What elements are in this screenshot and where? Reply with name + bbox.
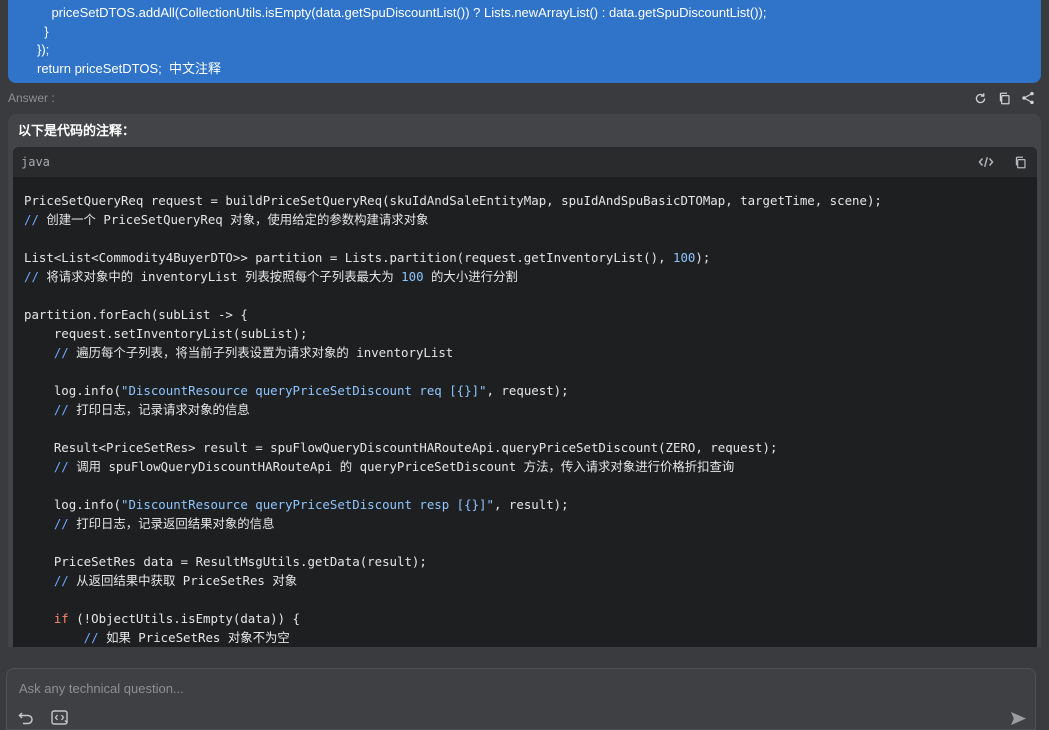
code-token: 将请求对象中的 inventoryList 列表按照每个子列表最大为 [46,269,402,284]
code-token: Result<PriceSetRes> result = spuFlowQuer… [24,440,778,455]
code-token: 打印日志，记录请求对象的信息 [76,402,250,417]
code-line: // 打印日志，记录返回结果对象的信息 [24,514,1037,533]
answer-header: Answer : [0,88,1049,110]
code-language: java [21,155,50,169]
question-line: } [37,23,49,39]
answer-card: 以下是代码的注释： java PriceSetQueryReq request … [8,114,1041,647]
code-line: if (!ObjectUtils.isEmpty(data)) { [24,609,1037,628]
code-actions [977,153,1029,171]
code-line: List<List<Commodity4BuyerDTO>> partition… [24,248,1037,267]
code-token: "DiscountResource queryPriceSetDiscount … [120,383,487,398]
share-icon[interactable] [1019,89,1037,107]
code-token: 如果 PriceSetRes 对象不为空 [106,630,290,645]
question-bubble: priceSetDTOS.addAll(CollectionUtils.isEm… [8,0,1041,83]
send-icon[interactable] [1009,709,1027,727]
code-token: 100 [401,269,424,284]
copy-icon[interactable] [995,89,1013,107]
code-block: java PriceSetQueryReq request = buildPri… [13,147,1037,647]
code-line: // 将请求对象中的 inventoryList 列表按照每个子列表最大为 10… [24,267,1037,286]
code-token: log.info( [24,383,121,398]
answer-actions [971,89,1037,107]
code-line: PriceSetQueryReq request = buildPriceSet… [24,191,1037,210]
input-tools [17,709,69,727]
code-line: // 从返回结果中获取 PriceSetRes 对象 [24,571,1037,590]
code-token: // [24,630,107,645]
question-input-area [6,668,1036,730]
code-token: 打印日志，记录返回结果对象的信息 [76,516,275,531]
code-line: partition.forEach(subList -> { [24,305,1037,324]
code-token: // [24,269,47,284]
code-token: // [24,212,47,227]
code-token: // [24,459,77,474]
code-token: partition.forEach(subList -> { [24,307,248,322]
code-line: // 创建一个 PriceSetQueryReq 对象，使用给定的参数构建请求对… [24,210,1037,229]
code-line: // 打印日志，记录请求对象的信息 [24,400,1037,419]
code-token: // [24,573,77,588]
code-token: , result); [493,497,569,512]
code-view-icon[interactable] [977,153,995,171]
code-token: List<List<Commodity4BuyerDTO>> partition… [24,250,674,265]
code-token: // [24,402,77,417]
code-token: // [24,345,77,360]
code-line: log.info("DiscountResource queryPriceSet… [24,495,1037,514]
code-token: ); [695,250,711,265]
code-token: 遍历每个子列表，将当前子列表设置为请求对象的 inventoryList [76,345,454,360]
code-line: // 如果 PriceSetRes 对象不为空 [24,628,1037,647]
code-header: java [13,147,1037,177]
code-token: (!ObjectUtils.isEmpty(data)) { [68,611,301,626]
code-line: log.info("DiscountResource queryPriceSet… [24,381,1037,400]
code-token: "DiscountResource queryPriceSetDiscount … [120,497,494,512]
answer-intro: 以下是代码的注释： [18,123,136,138]
question-line: }); [37,42,50,58]
question-input[interactable] [17,678,921,698]
code-token: if [53,611,69,626]
code-line: // 遍历每个子列表，将当前子列表设置为请求对象的 inventoryList [24,343,1037,362]
code-token: 创建一个 PriceSetQueryReq 对象，使用给定的参数构建请求对象 [46,212,429,227]
code-token: // [24,516,77,531]
code-token: request.setInventoryList(subList); [24,326,308,341]
question-line: priceSetDTOS.addAll(CollectionUtils.isEm… [37,5,767,20]
question-line: return priceSetDTOS; 中文注释 [37,61,221,77]
code-body: PriceSetQueryReq request = buildPriceSet… [13,177,1037,647]
code-token: 的大小进行分割 [423,269,518,284]
copy-code-icon[interactable] [1011,153,1029,171]
answer-label: Answer : [8,91,55,105]
code-line: request.setInventoryList(subList); [24,324,1037,343]
code-context-icon[interactable] [51,709,69,727]
code-token: PriceSetQueryReq request = buildPriceSet… [24,193,882,208]
code-line: Result<PriceSetRes> result = spuFlowQuer… [24,438,1037,457]
code-token: 从返回结果中获取 PriceSetRes 对象 [76,573,298,588]
code-token: 调用 spuFlowQueryDiscountHARouteApi 的 quer… [76,459,735,474]
code-line: PriceSetRes data = ResultMsgUtils.getDat… [24,552,1037,571]
code-token: 100 [673,250,696,265]
code-line: // 调用 spuFlowQueryDiscountHARouteApi 的 q… [24,457,1037,476]
code-token: PriceSetRes data = ResultMsgUtils.getDat… [24,554,427,569]
refresh-icon[interactable] [971,89,989,107]
undo-icon[interactable] [17,709,35,727]
code-token: , request); [486,383,569,398]
code-token: log.info( [24,497,121,512]
